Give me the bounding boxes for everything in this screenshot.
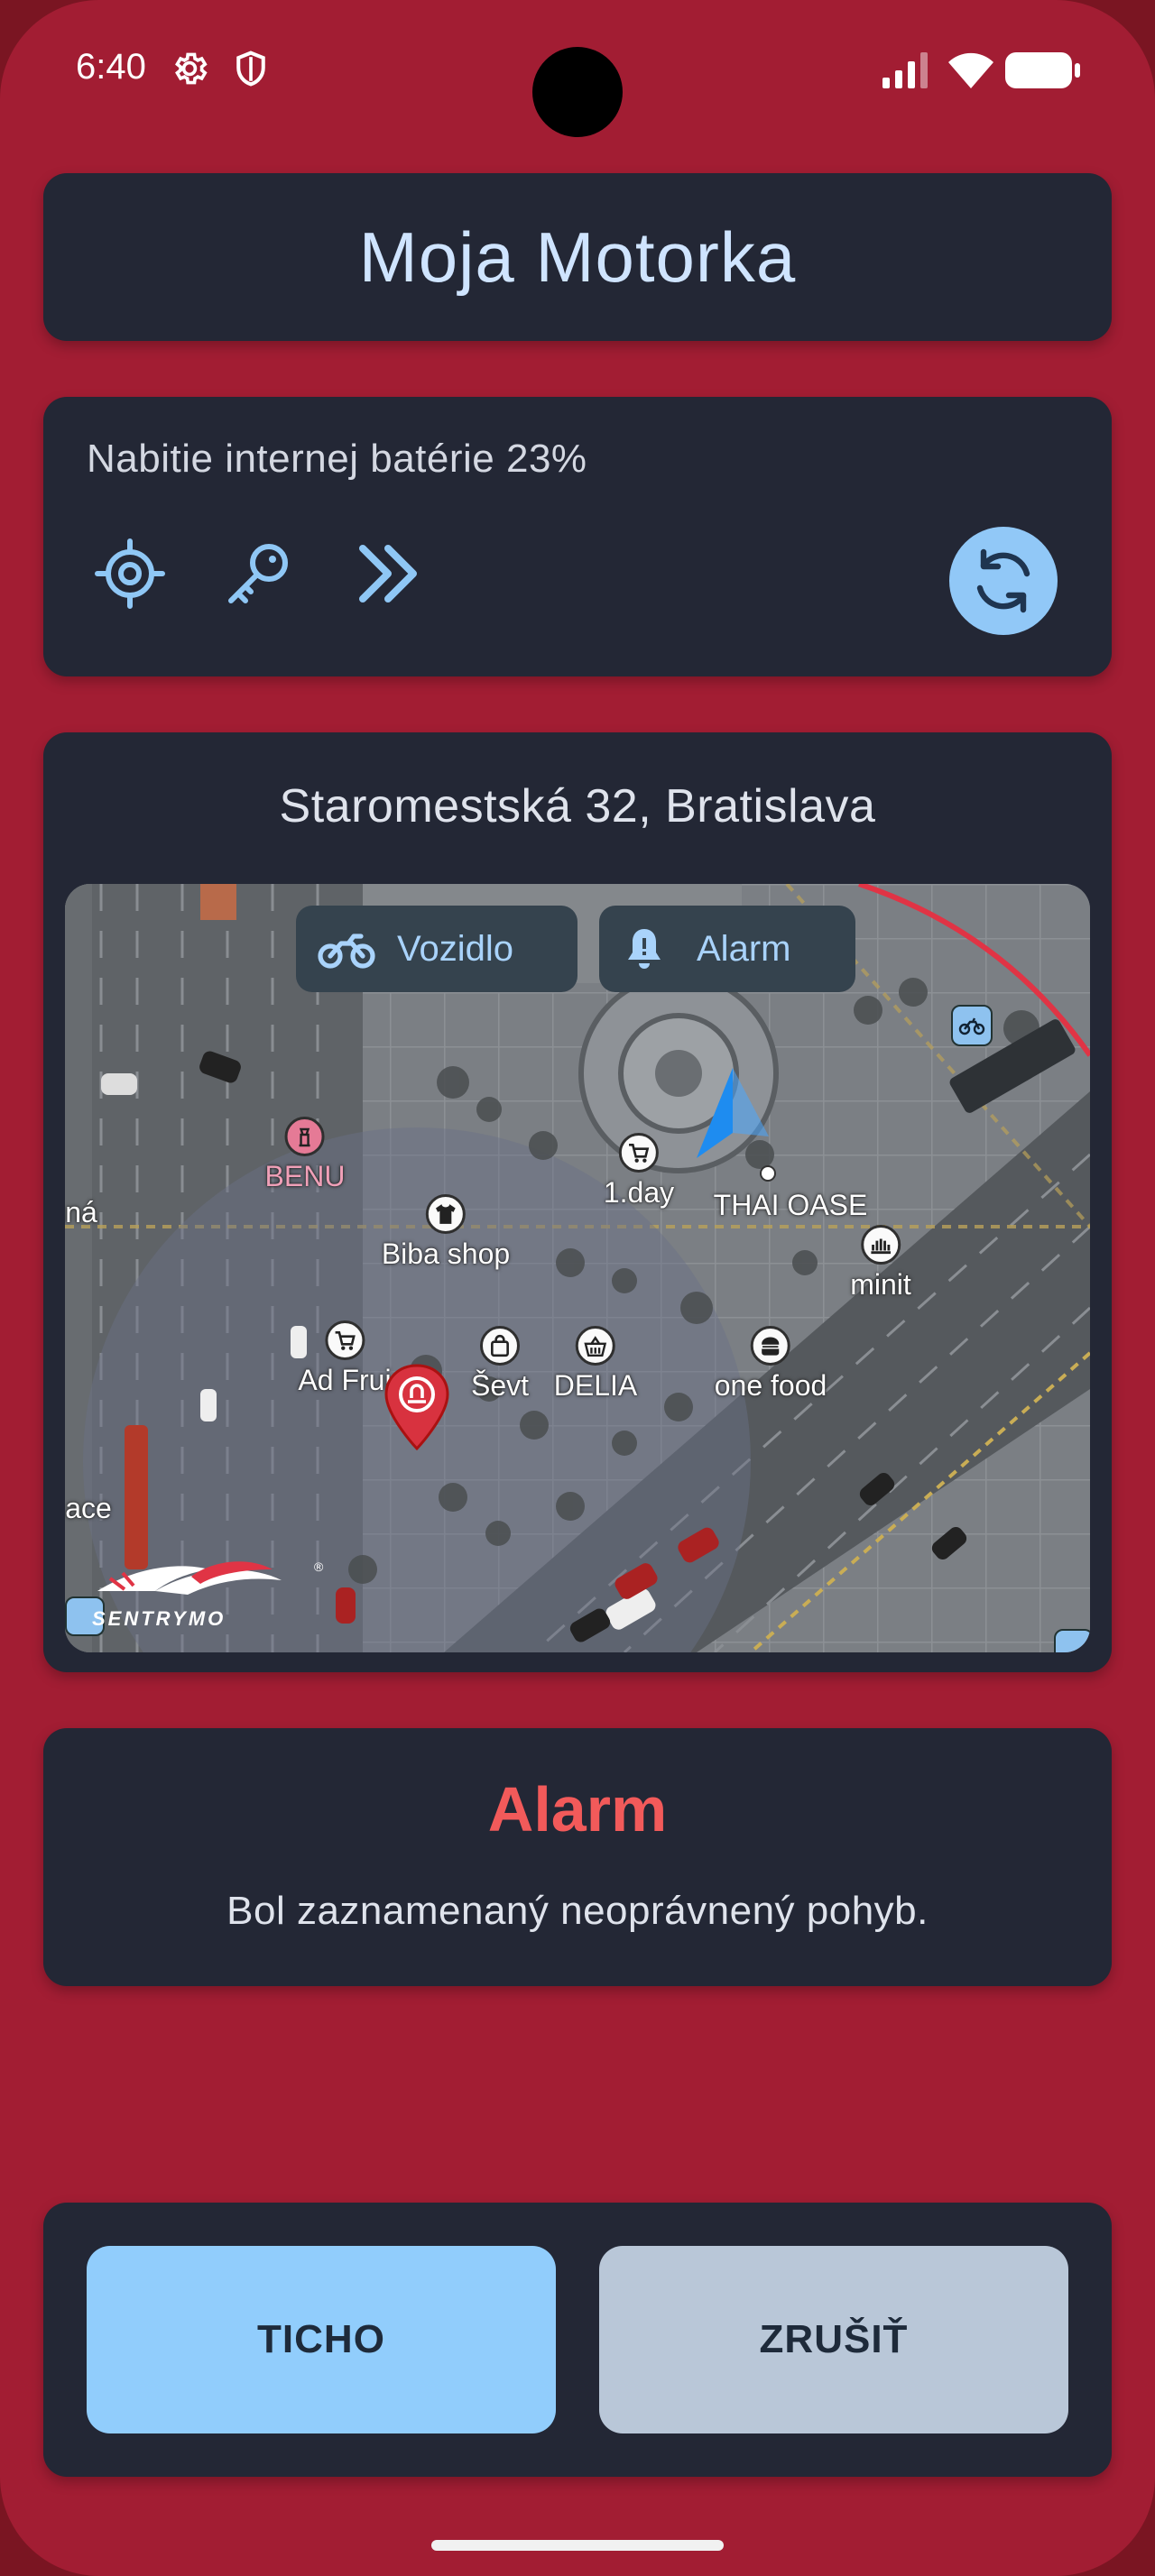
refresh-button[interactable]: [949, 527, 1058, 635]
double-chevron-right-icon: [359, 545, 417, 603]
alarm-card: Alarm Bol zaznamenaný neoprávnený pohyb.: [43, 1728, 1112, 1986]
alarm-actions-card: TICHO ZRUŠIŤ: [43, 2203, 1112, 2477]
pharmacy-icon: [285, 1117, 325, 1156]
map-dot: [760, 1165, 776, 1182]
alarm-title: Alarm: [487, 1774, 668, 1845]
status-time: 6:40: [76, 47, 146, 87]
bus-stop-icon[interactable]: [1054, 1629, 1090, 1652]
app-screen: 6:40 Moja Motorka Nabitie internej batér…: [0, 0, 1155, 2576]
title-card: Moja Motorka: [43, 173, 1112, 341]
shopping-cart-icon: [619, 1133, 659, 1173]
alarm-chip-label: Alarm: [697, 928, 791, 969]
vehicle-chip-label: Vozidlo: [397, 928, 513, 969]
map-poi[interactable]: one food: [715, 1326, 827, 1403]
map-poi[interactable]: 1.day: [604, 1133, 674, 1210]
map-poi-label[interactable]: THAI OASE: [714, 1185, 868, 1222]
sentrymo-logo: ® SENTRYMO: [83, 1551, 336, 1642]
alarm-message: Bol zaznamenaný neoprávnený pohyb.: [226, 1889, 929, 1933]
alarm-chip[interactable]: Alarm: [599, 906, 855, 992]
vehicle-chip[interactable]: Vozidlo: [296, 906, 578, 992]
locate-button[interactable]: [87, 530, 173, 617]
battery-icon: [1005, 52, 1081, 93]
vehicle-heading-arrow-icon: [697, 1068, 769, 1158]
shopping-cart-icon: [324, 1320, 365, 1360]
motorcycle-icon: [318, 934, 375, 969]
silence-button[interactable]: TICHO: [87, 2246, 556, 2433]
map-poi-label[interactable]: ná: [65, 1192, 97, 1229]
map-poi[interactable]: Ševt: [471, 1326, 529, 1403]
wifi-icon: [947, 51, 994, 95]
map-poi[interactable]: minit: [850, 1225, 911, 1302]
cancel-alarm-button[interactable]: ZRUŠIŤ: [599, 2246, 1068, 2433]
map-poi-label[interactable]: ace: [65, 1488, 112, 1525]
location-card: Staromestská 32, Bratislava Vozidlo Alar…: [43, 732, 1112, 1672]
settings-gear-icon: [170, 49, 209, 93]
satellite-map: [65, 884, 1090, 1652]
shirt-icon: [425, 1194, 466, 1234]
page-title: Moja Motorka: [358, 217, 797, 297]
map-poi[interactable]: BENU: [265, 1117, 345, 1193]
crosshair-icon: [95, 538, 165, 609]
svg-text:®: ®: [314, 1559, 324, 1574]
map-poi[interactable]: Biba shop: [382, 1194, 510, 1271]
key-icon: [228, 544, 288, 603]
basket-icon: [575, 1326, 615, 1366]
shopping-bag-icon: [480, 1326, 520, 1366]
battery-status-text: Nabitie internej batérie 23%: [87, 437, 587, 481]
vehicle-address: Staromestská 32, Bratislava: [279, 780, 876, 833]
map-view[interactable]: Vozidlo Alarm BENU 1.day THAI OASE Biba …: [65, 884, 1090, 1652]
forward-button[interactable]: [345, 530, 431, 617]
front-camera: [532, 47, 623, 137]
refresh-icon: [976, 548, 1030, 613]
burger-icon: [751, 1326, 790, 1366]
map-poi[interactable]: DELIA: [554, 1326, 637, 1403]
signal-icon: [881, 52, 931, 93]
bell-alert-icon: [628, 929, 661, 969]
bike-share-icon[interactable]: [951, 1005, 993, 1046]
alarm-location-pin-icon[interactable]: [381, 1362, 453, 1452]
logo-wordmark: SENTRYMO: [92, 1607, 226, 1630]
hair-salon-icon: [861, 1225, 901, 1265]
shield-icon: [231, 49, 271, 93]
home-indicator[interactable]: [431, 2540, 724, 2551]
map-poi[interactable]: Ad Frui: [298, 1320, 392, 1397]
battery-card: Nabitie internej batérie 23%: [43, 397, 1112, 676]
key-button[interactable]: [215, 530, 301, 617]
